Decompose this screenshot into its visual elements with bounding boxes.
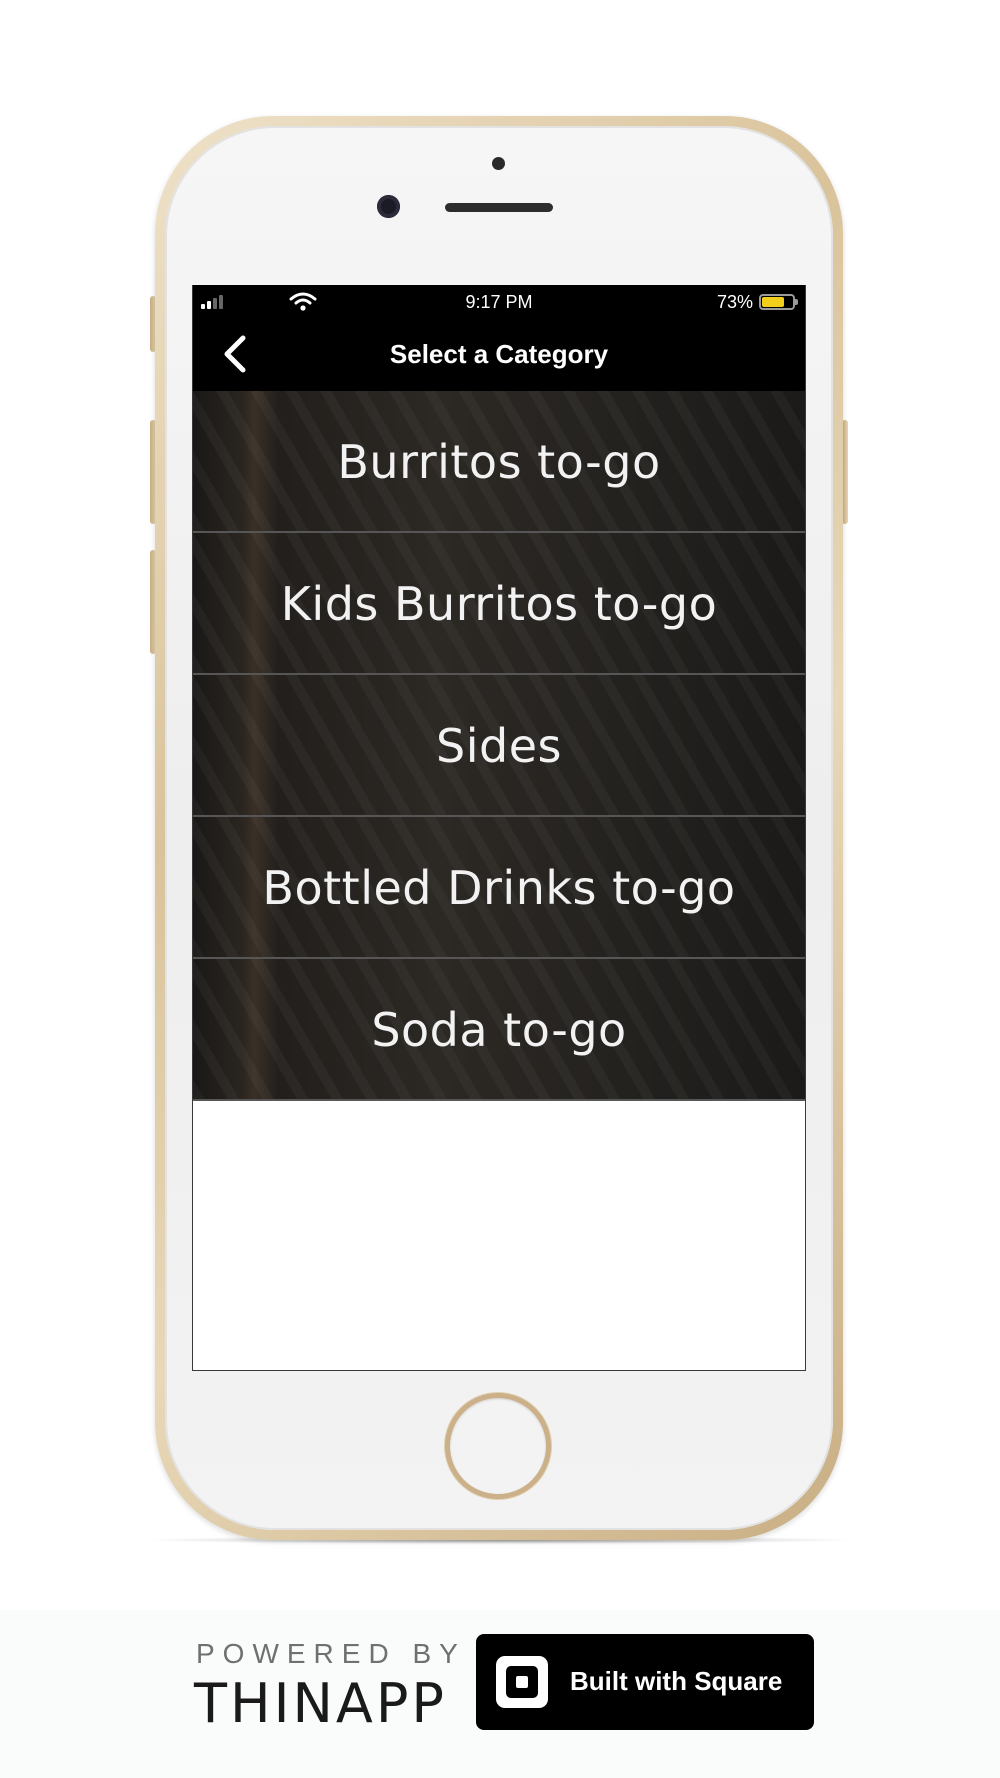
- page-title: Select a Category: [389, 339, 609, 369]
- category-label: Sides: [436, 719, 562, 773]
- proximity-sensor: [492, 157, 505, 170]
- category-item[interactable]: Kids Burritos to-go: [193, 533, 805, 675]
- status-bar: 9:17 PM 73%: [193, 285, 805, 317]
- battery-level-fill: [762, 297, 784, 307]
- category-label: Burritos to-go: [337, 435, 661, 489]
- front-camera: [377, 195, 400, 218]
- category-item[interactable]: Sides: [193, 675, 805, 817]
- home-button[interactable]: [445, 1393, 551, 1499]
- square-button-label: Built with Square: [570, 1666, 783, 1696]
- category-list: Burritos to-go Kids Burritos to-go Sides Bo…: [193, 391, 805, 1101]
- battery-icon: [759, 294, 798, 310]
- category-item[interactable]: Bottled Drinks to-go: [193, 817, 805, 959]
- category-item[interactable]: Burritos to-go: [193, 391, 805, 533]
- phone-screen: 9:17 PM 73% Select a Category Burritos t…: [192, 285, 806, 1371]
- app-store-screenshot: 9:17 PM 73% Select a Category Burritos t…: [0, 0, 1000, 1778]
- footer-branding: POWERED BY THINAPP Built with Square: [0, 1610, 1000, 1778]
- category-label: Soda to-go: [371, 1003, 627, 1057]
- category-item[interactable]: Soda to-go: [193, 959, 805, 1101]
- navigation-bar: Select a Category: [193, 317, 805, 391]
- battery-percentage: 73%: [716, 292, 753, 312]
- built-with-square-button[interactable]: Built with Square: [476, 1634, 814, 1730]
- category-label: Kids Burritos to-go: [280, 577, 718, 631]
- powered-by-text: POWERED BY: [196, 1638, 466, 1669]
- earpiece-speaker: [445, 203, 553, 212]
- thinapp-logo: THINAPP: [194, 1672, 447, 1735]
- square-logo-icon: [496, 1656, 548, 1708]
- status-time: 9:17 PM: [465, 292, 533, 312]
- category-label: Bottled Drinks to-go: [262, 861, 736, 915]
